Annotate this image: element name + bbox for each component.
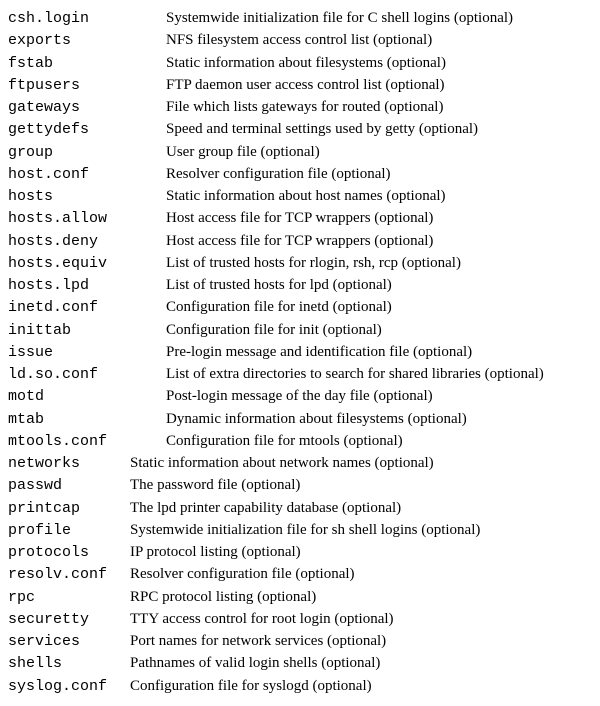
file-name: ftpusers (8, 76, 166, 96)
file-description: List of extra directories to search for … (166, 364, 592, 384)
file-entry: profileSystemwide initialization file fo… (8, 520, 592, 541)
file-entry: syslog.confConfiguration file for syslog… (8, 676, 592, 697)
file-name: group (8, 143, 166, 163)
file-description: Dynamic information about filesystems (o… (166, 409, 592, 429)
file-description: RPC protocol listing (optional) (130, 587, 592, 607)
file-name: printcap (8, 499, 130, 519)
file-name: syslog.conf (8, 677, 130, 697)
file-description: Configuration file for syslogd (optional… (130, 676, 592, 696)
file-description: Speed and terminal settings used by gett… (166, 119, 592, 139)
file-name: issue (8, 343, 166, 363)
file-name: motd (8, 387, 166, 407)
file-description: Resolver configuration file (optional) (166, 164, 592, 184)
file-entry: csh.loginSystemwide initialization file … (8, 8, 592, 29)
file-description: Post-login message of the day file (opti… (166, 386, 592, 406)
file-entry: printcapThe lpd printer capability datab… (8, 498, 592, 519)
file-entry: exportsNFS filesystem access control lis… (8, 30, 592, 51)
file-entry: gatewaysFile which lists gateways for ro… (8, 97, 592, 118)
file-name: hosts.allow (8, 209, 166, 229)
file-description: User group file (optional) (166, 142, 592, 162)
file-description: Pathnames of valid login shells (optiona… (130, 653, 592, 673)
file-name: profile (8, 521, 130, 541)
file-description: Static information about host names (opt… (166, 186, 592, 206)
file-name: hosts.equiv (8, 254, 166, 274)
file-description: Pre-login message and identification fil… (166, 342, 592, 362)
file-entry: ld.so.confList of extra directories to s… (8, 364, 592, 385)
file-entry: motdPost-login message of the day file (… (8, 386, 592, 407)
file-name: inetd.conf (8, 298, 166, 318)
file-description: Resolver configuration file (optional) (130, 564, 592, 584)
file-name: mtab (8, 410, 166, 430)
file-description: TTY access control for root login (optio… (130, 609, 592, 629)
file-name: services (8, 632, 130, 652)
file-entry: groupUser group file (optional) (8, 142, 592, 163)
file-name: csh.login (8, 9, 166, 29)
file-description: NFS filesystem access control list (opti… (166, 30, 592, 50)
file-name: fstab (8, 54, 166, 74)
file-name: exports (8, 31, 166, 51)
file-entry: resolv.confResolver configuration file (… (8, 564, 592, 585)
file-name: securetty (8, 610, 130, 630)
file-name: hosts.deny (8, 232, 166, 252)
file-name: passwd (8, 476, 130, 496)
file-description: Host access file for TCP wrappers (optio… (166, 208, 592, 228)
file-description: The password file (optional) (130, 475, 592, 495)
file-entry: host.confResolver configuration file (op… (8, 164, 592, 185)
file-description: Configuration file for mtools (optional) (166, 431, 592, 451)
file-name: protocols (8, 543, 130, 563)
file-entry: protocolsIP protocol listing (optional) (8, 542, 592, 563)
file-description: File which lists gateways for routed (op… (166, 97, 592, 117)
file-description: The lpd printer capability database (opt… (130, 498, 592, 518)
file-entry: hostsStatic information about host names… (8, 186, 592, 207)
file-description: Configuration file for init (optional) (166, 320, 592, 340)
file-entry: hosts.denyHost access file for TCP wrapp… (8, 231, 592, 252)
file-entry: ftpusersFTP daemon user access control l… (8, 75, 592, 96)
file-entry: mtabDynamic information about filesystem… (8, 409, 592, 430)
file-entry: fstabStatic information about filesystem… (8, 53, 592, 74)
file-entry: hosts.allowHost access file for TCP wrap… (8, 208, 592, 229)
file-name: gateways (8, 98, 166, 118)
file-description: List of trusted hosts for lpd (optional) (166, 275, 592, 295)
file-description: List of trusted hosts for rlogin, rsh, r… (166, 253, 592, 273)
file-entry: inetd.confConfiguration file for inetd (… (8, 297, 592, 318)
file-list: csh.loginSystemwide initialization file … (8, 8, 592, 697)
file-description: IP protocol listing (optional) (130, 542, 592, 562)
file-description: Port names for network services (optiona… (130, 631, 592, 651)
file-name: inittab (8, 321, 166, 341)
file-name: ld.so.conf (8, 365, 166, 385)
file-entry: hosts.equivList of trusted hosts for rlo… (8, 253, 592, 274)
file-description: Systemwide initialization file for C she… (166, 8, 592, 28)
file-entry: servicesPort names for network services … (8, 631, 592, 652)
file-name: hosts (8, 187, 166, 207)
file-entry: inittabConfiguration file for init (opti… (8, 320, 592, 341)
file-description: Host access file for TCP wrappers (optio… (166, 231, 592, 251)
file-entry: passwdThe password file (optional) (8, 475, 592, 496)
file-description: Configuration file for inetd (optional) (166, 297, 592, 317)
file-name: resolv.conf (8, 565, 130, 585)
file-entry: rpcRPC protocol listing (optional) (8, 587, 592, 608)
file-name: hosts.lpd (8, 276, 166, 296)
file-entry: mtools.confConfiguration file for mtools… (8, 431, 592, 452)
file-description: FTP daemon user access control list (opt… (166, 75, 592, 95)
file-entry: hosts.lpdList of trusted hosts for lpd (… (8, 275, 592, 296)
file-name: shells (8, 654, 130, 674)
file-name: gettydefs (8, 120, 166, 140)
file-entry: securettyTTY access control for root log… (8, 609, 592, 630)
file-entry: networksStatic information about network… (8, 453, 592, 474)
file-name: rpc (8, 588, 130, 608)
file-name: mtools.conf (8, 432, 166, 452)
file-description: Static information about network names (… (130, 453, 592, 473)
file-entry: issuePre-login message and identificatio… (8, 342, 592, 363)
file-description: Static information about filesystems (op… (166, 53, 592, 73)
file-name: host.conf (8, 165, 166, 185)
file-name: networks (8, 454, 130, 474)
file-description: Systemwide initialization file for sh sh… (130, 520, 592, 540)
file-entry: shellsPathnames of valid login shells (o… (8, 653, 592, 674)
file-entry: gettydefsSpeed and terminal settings use… (8, 119, 592, 140)
